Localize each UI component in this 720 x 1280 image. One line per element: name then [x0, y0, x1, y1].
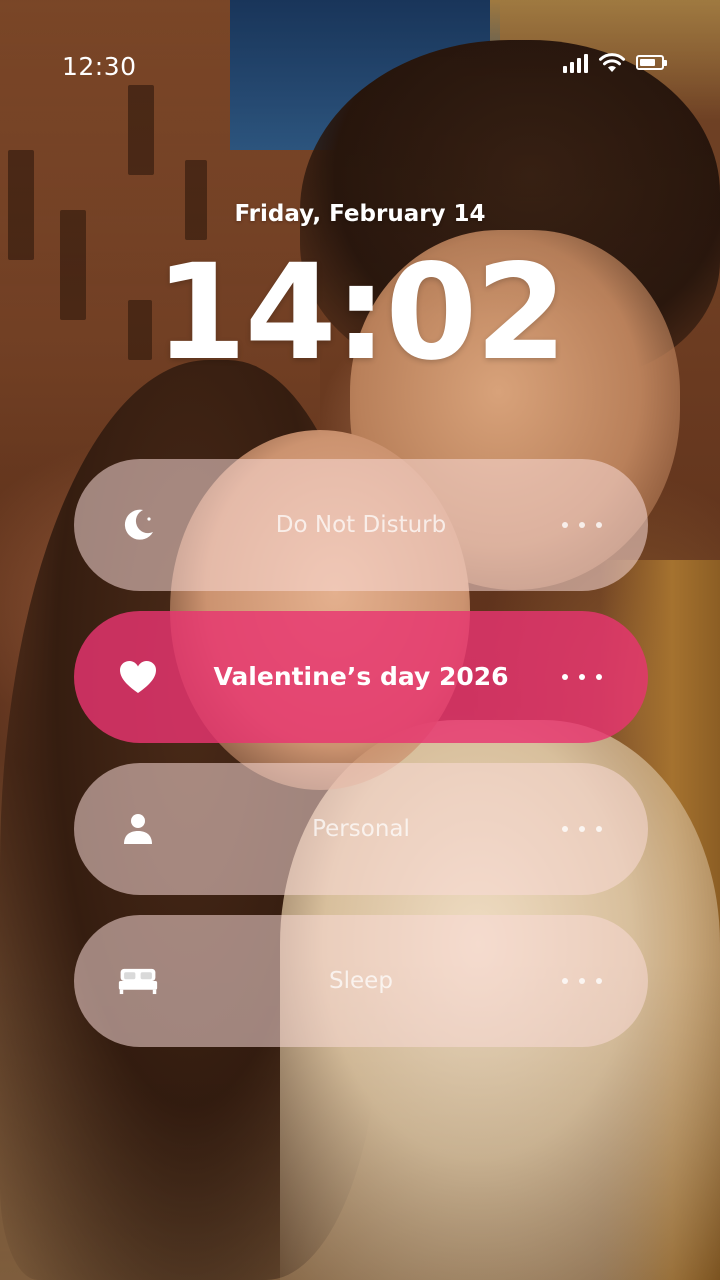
wifi-icon: [599, 53, 625, 72]
lock-clock: 14:02: [154, 236, 567, 390]
more-options-icon[interactable]: [562, 815, 602, 843]
status-bar: 12:30: [0, 0, 720, 130]
focus-do-not-disturb[interactable]: Do Not Disturb: [74, 459, 648, 591]
more-options-icon[interactable]: [562, 511, 602, 539]
cellular-signal-icon: [563, 51, 588, 73]
status-icons: [563, 47, 667, 73]
more-options-icon[interactable]: [562, 663, 602, 691]
focus-sleep[interactable]: Sleep: [74, 915, 648, 1047]
more-options-icon[interactable]: [562, 967, 602, 995]
status-time: 12:30: [62, 52, 137, 81]
focus-valentines-day[interactable]: Valentine’s day 2026: [74, 611, 648, 743]
battery-icon: [636, 55, 667, 70]
lock-date: Friday, February 14: [234, 201, 486, 227]
focus-mode-list: Do Not Disturb Valentine’s day 2026 Pers…: [74, 459, 648, 1067]
focus-personal[interactable]: Personal: [74, 763, 648, 895]
